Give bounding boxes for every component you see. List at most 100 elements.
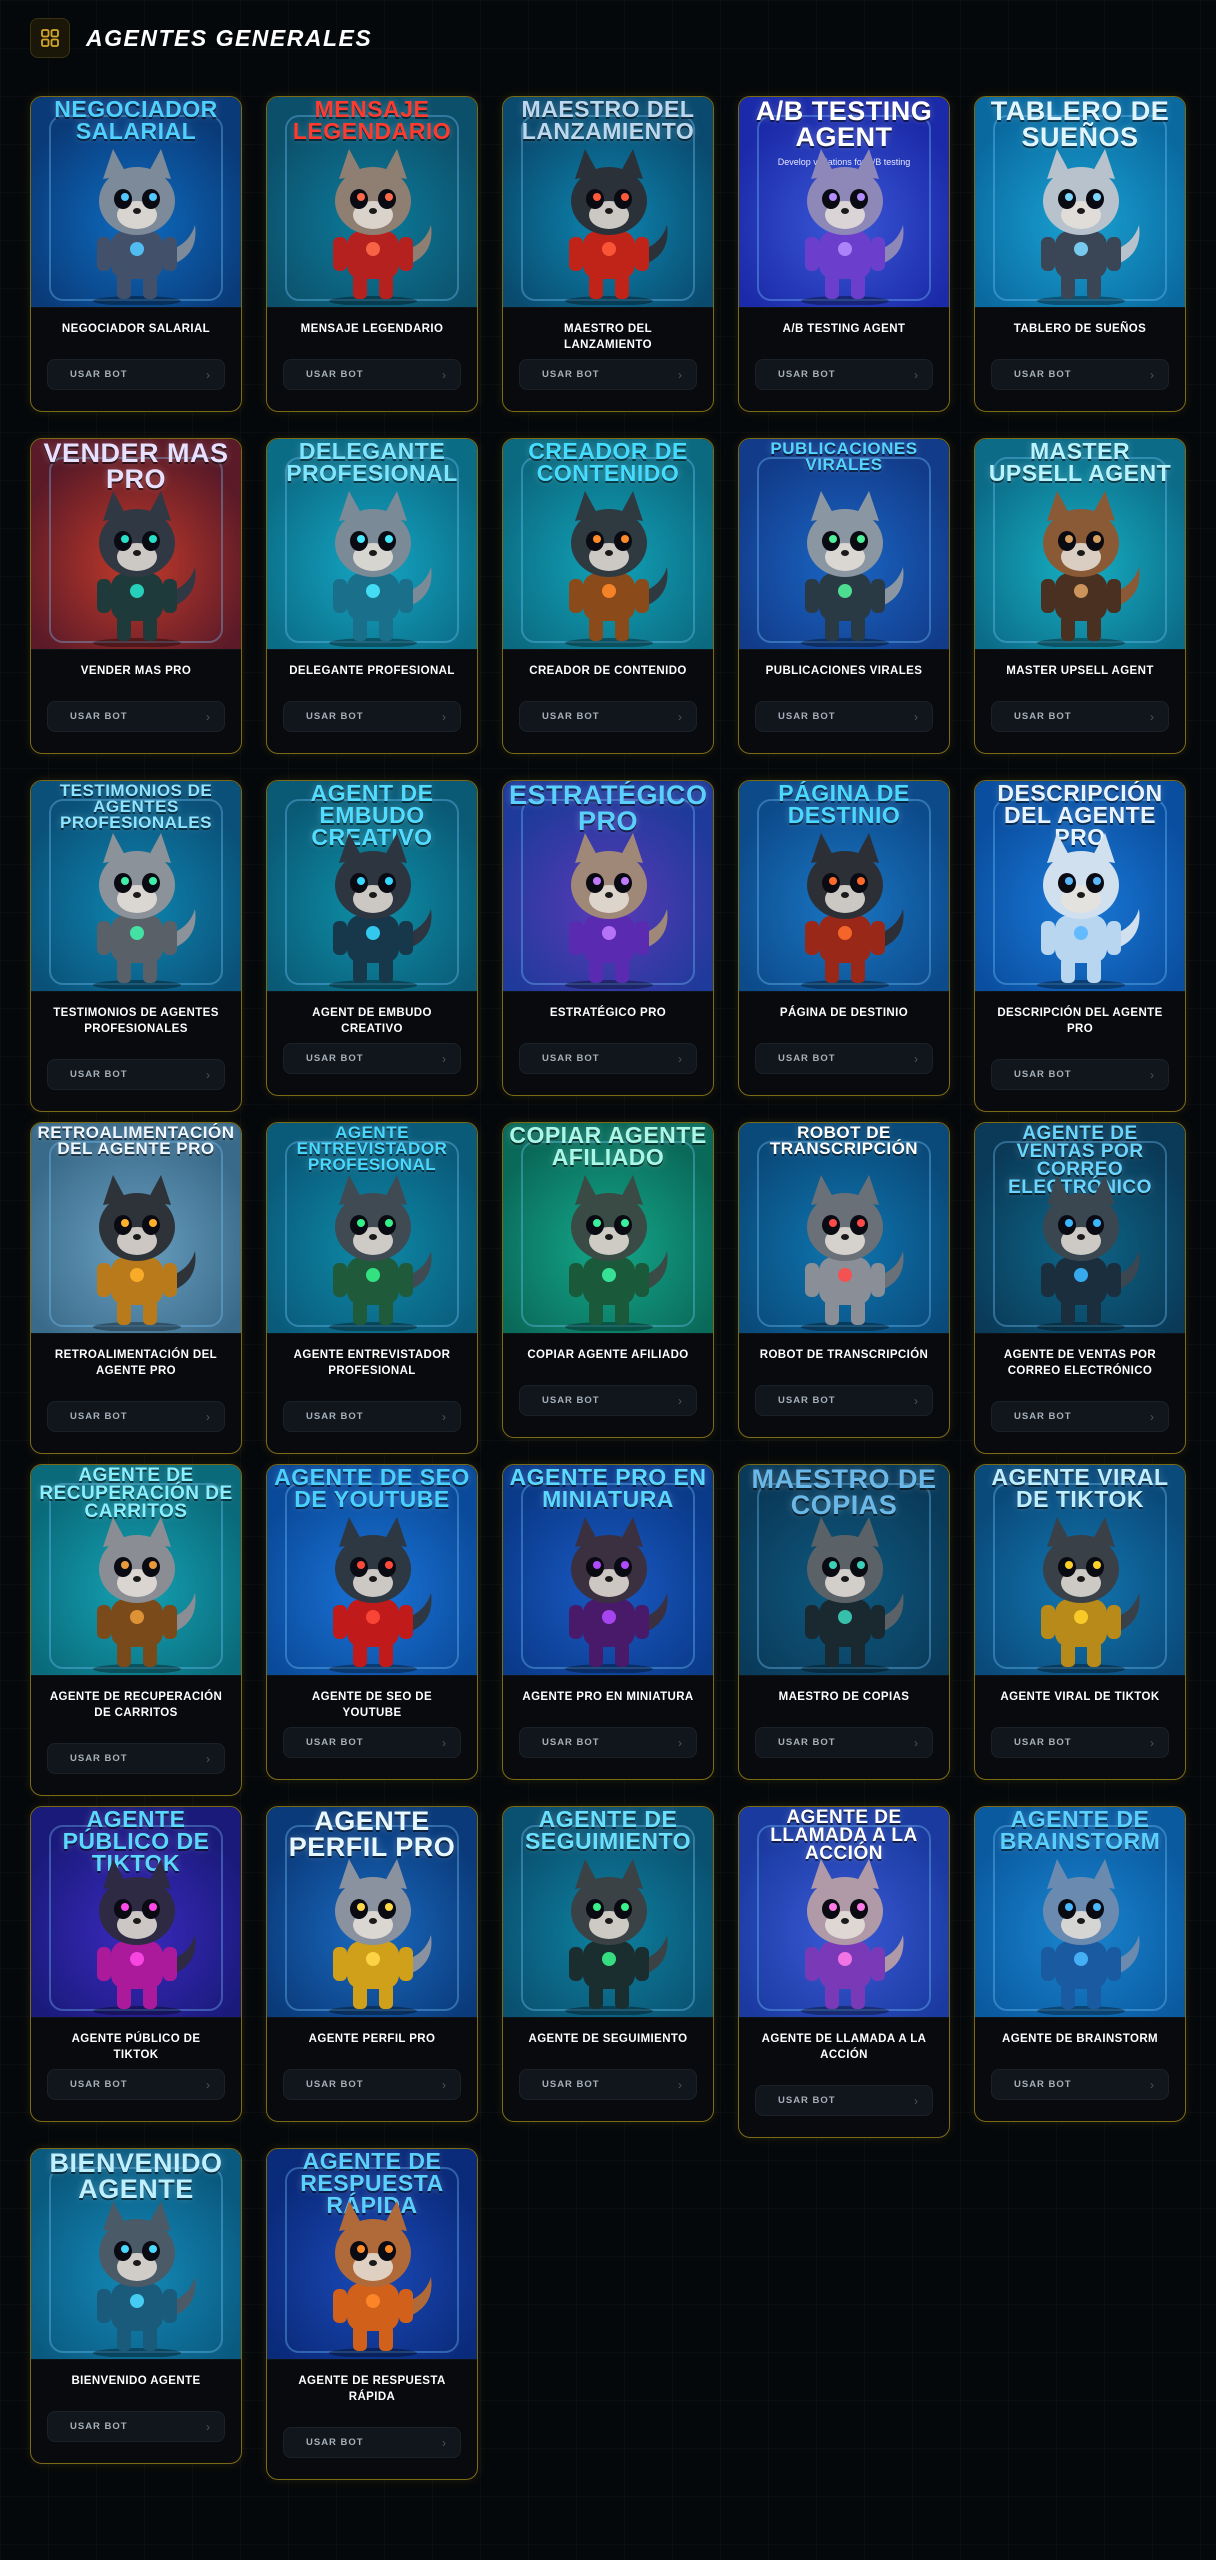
agent-thumbnail[interactable]: TABLERO DE SUEÑOS [975,97,1185,308]
agent-card[interactable]: TESTIMONIOS DE AGENTES PROFESIONALES TES… [30,780,242,1112]
use-bot-button[interactable]: USAR BOT › [991,1727,1169,1758]
agent-thumbnail[interactable]: ESTRATÉGICO PRO [503,781,713,992]
agent-card[interactable]: PUBLICACIONES VIRALES PUBLICACIONES VIRA… [738,438,950,754]
use-bot-button[interactable]: USAR BOT › [519,1727,697,1758]
agent-card[interactable]: DELEGANTE PROFESIONAL DELEGANTE PROFESIO… [266,438,478,754]
use-bot-button[interactable]: USAR BOT › [47,2069,225,2100]
use-bot-button[interactable]: USAR BOT › [47,701,225,732]
use-bot-button[interactable]: USAR BOT › [991,1401,1169,1432]
agent-card[interactable]: CREADOR DE CONTENIDO CREADOR DE CONTENID… [502,438,714,754]
agent-thumbnail[interactable]: MAESTRO DE COPIAS [739,1465,949,1676]
agent-card[interactable]: PÁGINA DE DESTINIO PÁGINA DE DESTINIO US… [738,780,950,1096]
agent-thumbnail[interactable]: AGENTE DE SEGUIMIENTO [503,1807,713,2018]
agent-thumbnail[interactable]: VENDER MAS PRO [31,439,241,650]
agent-thumbnail[interactable]: RETROALIMENTACIÓN DEL AGENTE PRO [31,1123,241,1334]
use-bot-button[interactable]: USAR BOT › [991,1059,1169,1090]
use-bot-button[interactable]: USAR BOT › [519,1385,697,1416]
agent-thumbnail[interactable]: MASTER UPSELL AGENT [975,439,1185,650]
use-bot-button[interactable]: USAR BOT › [283,2069,461,2100]
agent-thumbnail[interactable]: CREADOR DE CONTENIDO [503,439,713,650]
agent-thumbnail[interactable]: A/B TESTING AGENT Develop variations for… [739,97,949,308]
agent-thumbnail[interactable]: PÁGINA DE DESTINIO [739,781,949,992]
agent-thumbnail[interactable]: NEGOCIADOR SALARIAL [31,97,241,308]
use-bot-button[interactable]: USAR BOT › [283,1401,461,1432]
agent-card[interactable]: AGENTE DE SEO DE YOUTUBE AGENTE DE SEO D… [266,1464,478,1780]
agent-thumbnail[interactable]: AGENTE DE RESPUESTA RÁPIDA [267,2149,477,2360]
use-bot-button[interactable]: USAR BOT › [47,1059,225,1090]
agent-card[interactable]: AGENTE DE RECUPERACIÓN DE CARRITOS AGENT… [30,1464,242,1796]
agent-thumbnail[interactable]: PUBLICACIONES VIRALES [739,439,949,650]
agent-card[interactable]: MAESTRO DEL LANZAMIENTO MAESTRO DEL LANZ… [502,96,714,412]
agent-card[interactable]: RETROALIMENTACIÓN DEL AGENTE PRO RETROAL… [30,1122,242,1454]
agent-card[interactable]: AGENTE ENTREVISTADOR PROFESIONAL AGENTE … [266,1122,478,1454]
agent-card[interactable]: ROBOT DE TRANSCRIPCIÓN ROBOT DE TRANSCRI… [738,1122,950,1438]
use-bot-button[interactable]: USAR BOT › [47,359,225,390]
agent-thumbnail[interactable]: AGENTE DE SEO DE YOUTUBE [267,1465,477,1676]
agent-card[interactable]: DESCRIPCIÓN DEL AGENTE PRO DESCRIPCIÓN D… [974,780,1186,1112]
agent-card[interactable]: VENDER MAS PRO VENDER MAS PRO USAR BOT › [30,438,242,754]
use-bot-button[interactable]: USAR BOT › [991,2069,1169,2100]
agent-card[interactable]: AGENTE DE BRAINSTORM AGENTE DE BRAINSTOR… [974,1806,1186,2122]
use-bot-button[interactable]: USAR BOT › [283,359,461,390]
use-bot-button[interactable]: USAR BOT › [991,701,1169,732]
use-bot-button[interactable]: USAR BOT › [991,359,1169,390]
agent-card[interactable]: ESTRATÉGICO PRO ESTRATÉGICO PRO USAR BOT… [502,780,714,1096]
use-bot-button[interactable]: USAR BOT › [519,2069,697,2100]
agent-thumbnail[interactable]: AGENTE PERFIL PRO [267,1807,477,2018]
agent-thumbnail[interactable]: AGENT DE EMBUDO CREATIVO [267,781,477,992]
agent-card[interactable]: NEGOCIADOR SALARIAL NEGOCIADOR SALARIAL … [30,96,242,412]
agent-thumbnail[interactable]: AGENTE ENTREVISTADOR PROFESIONAL [267,1123,477,1334]
use-bot-button[interactable]: USAR BOT › [755,701,933,732]
agent-thumbnail[interactable]: AGENTE DE RECUPERACIÓN DE CARRITOS [31,1465,241,1676]
agent-card[interactable]: AGENTE VIRAL DE TIKTOK AGENTE VIRAL DE T… [974,1464,1186,1780]
agent-card[interactable]: MENSAJE LEGENDARIO MENSAJE LEGENDARIO US… [266,96,478,412]
use-bot-button[interactable]: USAR BOT › [519,701,697,732]
use-bot-button[interactable]: USAR BOT › [755,2085,933,2116]
agent-card[interactable]: AGENTE DE LLAMADA A LA ACCIÓN AGENTE DE … [738,1806,950,2138]
agent-card[interactable]: TABLERO DE SUEÑOS TABLERO DE SUEÑOS USAR… [974,96,1186,412]
use-bot-label: USAR BOT [306,711,364,722]
use-bot-button[interactable]: USAR BOT › [283,701,461,732]
use-bot-button[interactable]: USAR BOT › [519,1043,697,1074]
agent-thumbnail[interactable]: AGENTE PÚBLICO DE TIKTOK [31,1807,241,2018]
use-bot-button[interactable]: USAR BOT › [519,359,697,390]
agent-card[interactable]: AGENTE PÚBLICO DE TIKTOK AGENTE PÚBLICO … [30,1806,242,2122]
agent-thumbnail[interactable]: DELEGANTE PROFESIONAL [267,439,477,650]
use-bot-button[interactable]: USAR BOT › [755,359,933,390]
grid-icon[interactable] [30,18,70,58]
agent-thumbnail[interactable]: MAESTRO DEL LANZAMIENTO [503,97,713,308]
agent-thumbnail[interactable]: COPIAR AGENTE AFILIADO [503,1123,713,1334]
use-bot-button[interactable]: USAR BOT › [47,1743,225,1774]
agent-card[interactable]: AGENTE DE VENTAS POR CORREO ELECTRÓNICO [974,1122,1186,1454]
agent-card[interactable]: MASTER UPSELL AGENT MASTER UPSELL AGENT … [974,438,1186,754]
agent-card[interactable]: AGENTE DE RESPUESTA RÁPIDA AGENTE DE RES… [266,2148,478,2480]
agent-thumbnail[interactable]: AGENTE DE VENTAS POR CORREO ELECTRÓNICO [975,1123,1185,1334]
agent-card[interactable]: AGENTE PERFIL PRO AGENTE PERFIL PRO USAR… [266,1806,478,2122]
agent-card[interactable]: BIENVENIDO AGENTE BIENVENIDO AGENTE USAR… [30,2148,242,2464]
agent-thumbnail[interactable]: ROBOT DE TRANSCRIPCIÓN [739,1123,949,1334]
use-bot-button[interactable]: USAR BOT › [283,1043,461,1074]
use-bot-button[interactable]: USAR BOT › [755,1043,933,1074]
use-bot-button[interactable]: USAR BOT › [283,2427,461,2458]
agent-thumbnail[interactable]: TESTIMONIOS DE AGENTES PROFESIONALES [31,781,241,992]
use-bot-button[interactable]: USAR BOT › [47,2411,225,2442]
agent-card[interactable]: A/B TESTING AGENT Develop variations for… [738,96,950,412]
agent-thumbnail[interactable]: DESCRIPCIÓN DEL AGENTE PRO [975,781,1185,992]
agent-card[interactable]: COPIAR AGENTE AFILIADO COPIAR AGENTE AFI… [502,1122,714,1438]
use-bot-button[interactable]: USAR BOT › [47,1401,225,1432]
chevron-right-icon: › [1150,1735,1154,1750]
agent-thumbnail[interactable]: AGENTE PRO EN MINIATURA [503,1465,713,1676]
agent-thumbnail[interactable]: AGENTE DE LLAMADA A LA ACCIÓN [739,1807,949,2018]
agent-name: AGENTE DE BRAINSTORM [1001,2033,1159,2045]
agent-card[interactable]: AGENTE DE SEGUIMIENTO AGENTE DE SEGUIMIE… [502,1806,714,2122]
agent-thumbnail[interactable]: MENSAJE LEGENDARIO [267,97,477,308]
use-bot-button[interactable]: USAR BOT › [755,1385,933,1416]
agent-thumbnail[interactable]: AGENTE VIRAL DE TIKTOK [975,1465,1185,1676]
agent-thumbnail[interactable]: BIENVENIDO AGENTE [31,2149,241,2360]
use-bot-button[interactable]: USAR BOT › [283,1727,461,1758]
agent-card[interactable]: MAESTRO DE COPIAS MAESTRO DE COPIAS USAR… [738,1464,950,1780]
agent-card[interactable]: AGENTE PRO EN MINIATURA AGENTE PRO EN MI… [502,1464,714,1780]
agent-card[interactable]: AGENT DE EMBUDO CREATIVO AGENT DE EMBUDO… [266,780,478,1096]
use-bot-button[interactable]: USAR BOT › [755,1727,933,1758]
agent-thumbnail[interactable]: AGENTE DE BRAINSTORM [975,1807,1185,2018]
